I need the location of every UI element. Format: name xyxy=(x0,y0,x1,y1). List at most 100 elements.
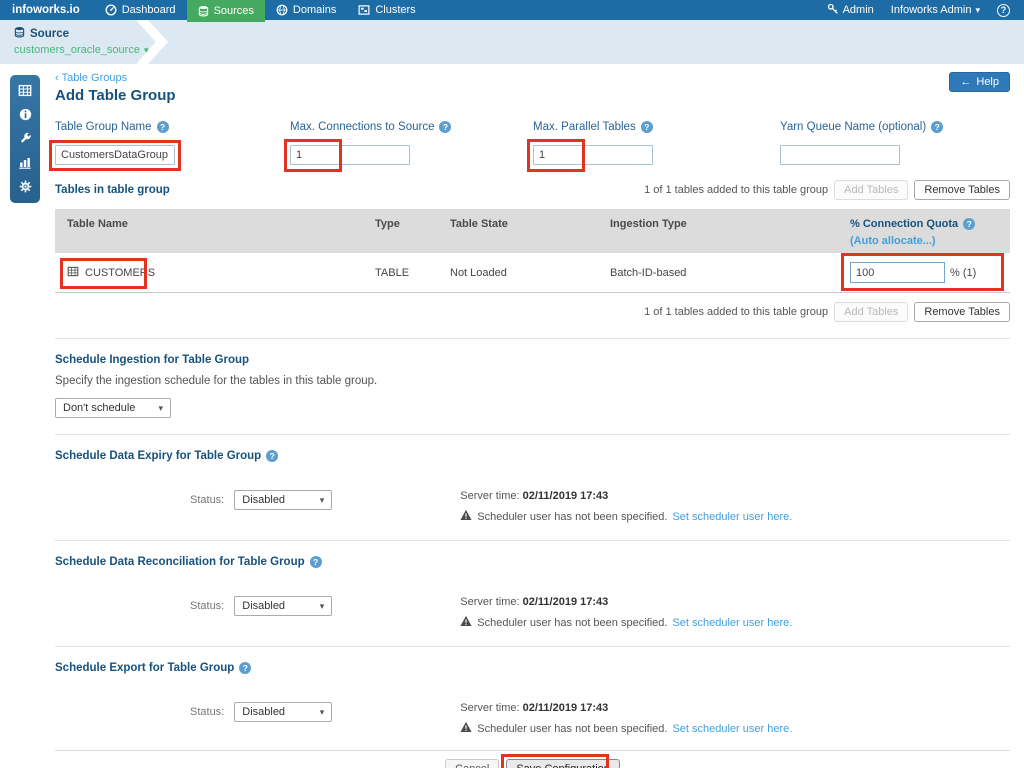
server-time: Server time: 02/11/2019 17:43 xyxy=(460,596,609,608)
chevron-left-icon: ‹ xyxy=(55,72,59,84)
max-parallel-tables-label: Max. Parallel Tables ? xyxy=(533,121,780,133)
tables-table: Table Name Type Table State Ingestion Ty… xyxy=(55,209,1010,293)
quota-suffix: % (1) xyxy=(950,266,977,279)
connection-quota-input[interactable] xyxy=(850,262,945,283)
table-header-row: Table Name Type Table State Ingestion Ty… xyxy=(55,209,1010,253)
nav-item-dashboard[interactable]: Dashboard xyxy=(94,0,187,20)
save-configuration-button[interactable]: Save Configuration xyxy=(506,759,620,768)
chevron-down-icon: ▾ xyxy=(158,402,163,413)
nav-item-clusters[interactable]: Clusters xyxy=(347,0,426,20)
tools-icon[interactable] xyxy=(19,132,32,145)
nav-item-label: Clusters xyxy=(375,4,416,16)
divider xyxy=(55,646,1010,647)
tables-count-text: 1 of 1 tables added to this table group xyxy=(644,184,829,196)
add-tables-button[interactable]: Add Tables xyxy=(834,180,909,200)
breadcrumb-type-label: Source xyxy=(30,27,69,40)
col-header-table-state: Table State xyxy=(450,218,508,230)
nav-item-label: Domains xyxy=(292,4,337,16)
chevron-down-icon: ▾ xyxy=(319,600,325,611)
charts-icon[interactable] xyxy=(18,156,32,169)
schedule-ingestion-dropdown[interactable]: Don't schedule ▾ xyxy=(55,398,171,418)
brand-logo[interactable]: infoworks.io xyxy=(0,0,94,20)
data-expiry-status-dropdown[interactable]: Disabled ▾ xyxy=(234,490,333,510)
ingestion-type-cell: Batch-ID-based xyxy=(610,266,687,279)
max-connections-input[interactable] xyxy=(290,145,410,165)
status-label: Status: xyxy=(190,494,225,506)
main-content: ‹ Table Groups Add Table Group ← Help Ta… xyxy=(49,64,1010,768)
clusters-icon xyxy=(358,4,370,16)
export-status-dropdown[interactable]: Disabled ▾ xyxy=(234,702,333,722)
sidebar xyxy=(10,75,40,203)
schedule-data-reconciliation-section: Schedule Data Reconciliation for Table G… xyxy=(55,556,1010,644)
schedule-data-reconciliation-heading: Schedule Data Reconciliation for Table G… xyxy=(55,556,1010,568)
schedule-data-expiry-heading: Schedule Data Expiry for Table Group ? xyxy=(55,450,1010,462)
help-circle-icon[interactable]: ? xyxy=(640,121,653,133)
yarn-queue-name-input[interactable] xyxy=(780,145,900,165)
add-tables-button[interactable]: Add Tables xyxy=(834,302,909,322)
table-group-name-label: Table Group Name ? xyxy=(55,121,290,133)
auto-allocate-link[interactable]: (Auto allocate...) xyxy=(850,235,1010,247)
remove-tables-button[interactable]: Remove Tables xyxy=(914,302,1010,322)
back-to-table-groups-link[interactable]: ‹ Table Groups xyxy=(55,72,127,84)
settings-icon[interactable] xyxy=(19,180,32,193)
schedule-ingestion-description: Specify the ingestion schedule for the t… xyxy=(55,375,378,387)
footer-actions: Cancel Save Configuration xyxy=(55,754,1010,768)
help-circle-icon[interactable]: ? xyxy=(309,556,322,568)
help-circle-icon[interactable]: ? xyxy=(931,121,944,133)
divider xyxy=(55,750,1010,751)
nav-item-sources[interactable]: Sources xyxy=(186,0,265,22)
nav-item-domains[interactable]: Domains xyxy=(265,0,347,20)
table-type-cell: TABLE xyxy=(375,266,410,279)
chevron-down-icon: ▾ xyxy=(319,494,325,505)
status-label: Status: xyxy=(190,600,225,612)
chevron-down-icon: ▾ xyxy=(319,706,325,717)
help-circle-icon[interactable]: ? xyxy=(439,121,452,133)
warning-icon xyxy=(460,509,472,524)
help-button[interactable]: ← Help xyxy=(949,72,1010,92)
set-scheduler-user-link[interactable]: Set scheduler user here. xyxy=(672,511,792,523)
admin-link[interactable]: Admin xyxy=(827,3,874,18)
max-connections-label: Max. Connections to Source ? xyxy=(290,121,533,133)
breadcrumb-arrow-icon xyxy=(136,14,170,70)
nav-item-label: Sources xyxy=(213,5,254,17)
page-title: Add Table Group xyxy=(55,87,176,104)
col-header-connection-quota: % Connection Quota ? xyxy=(850,218,1010,230)
chevron-down-icon: ▾ xyxy=(975,4,980,15)
schedule-ingestion-heading: Schedule Ingestion for Table Group xyxy=(55,354,250,366)
server-time: Server time: 02/11/2019 17:43 xyxy=(460,490,609,502)
navbar-right: Admin Infoworks Admin ▾ ? xyxy=(827,0,1024,20)
admin-label: Admin xyxy=(842,4,874,16)
remove-tables-button[interactable]: Remove Tables xyxy=(914,180,1010,200)
set-scheduler-user-link[interactable]: Set scheduler user here. xyxy=(672,617,792,629)
server-time: Server time: 02/11/2019 17:43 xyxy=(460,702,609,714)
set-scheduler-user-link[interactable]: Set scheduler user here. xyxy=(672,723,792,735)
help-circle-icon[interactable]: ? xyxy=(963,218,976,230)
breadcrumb: Source customers_oracle_source ▾ xyxy=(0,14,1024,70)
page: infoworks.io Dashboard Sources Domains C… xyxy=(0,0,1024,768)
tables-icon[interactable] xyxy=(18,84,32,97)
divider xyxy=(55,434,1010,435)
table-grid-icon xyxy=(67,266,79,280)
divider xyxy=(55,338,1010,339)
cancel-button[interactable]: Cancel xyxy=(445,759,500,768)
user-menu-label: Infoworks Admin xyxy=(890,4,972,16)
help-circle-icon[interactable]: ? xyxy=(156,121,169,133)
source-name: customers_oracle_source xyxy=(14,44,140,56)
table-name-cell[interactable]: CUSTOMERS xyxy=(85,267,155,279)
top-navbar: infoworks.io Dashboard Sources Domains C… xyxy=(0,0,1024,22)
arrow-left-icon: ← xyxy=(960,76,972,88)
main-nav: Dashboard Sources Domains Clusters xyxy=(94,0,427,22)
help-circle-icon[interactable]: ? xyxy=(266,450,279,462)
max-parallel-tables-input[interactable] xyxy=(533,145,653,165)
user-menu[interactable]: Infoworks Admin ▾ xyxy=(891,4,980,16)
help-circle-icon[interactable]: ? xyxy=(239,662,252,674)
table-group-name-input[interactable] xyxy=(55,145,175,165)
schedule-ingestion-section: Schedule Ingestion for Table Group Speci… xyxy=(55,354,1010,418)
scheduler-warning-text: Scheduler user has not been specified. xyxy=(477,510,668,523)
data-reconciliation-status-dropdown[interactable]: Disabled ▾ xyxy=(234,596,333,616)
schedule-export-section: Schedule Export for Table Group ? Status… xyxy=(55,662,1010,750)
table-row: CUSTOMERS TABLE Not Loaded Batch-ID-base… xyxy=(55,253,1010,293)
tables-count-text: 1 of 1 tables added to this table group xyxy=(644,306,829,318)
help-menu[interactable]: ? xyxy=(997,3,1010,17)
info-icon[interactable] xyxy=(19,108,32,121)
